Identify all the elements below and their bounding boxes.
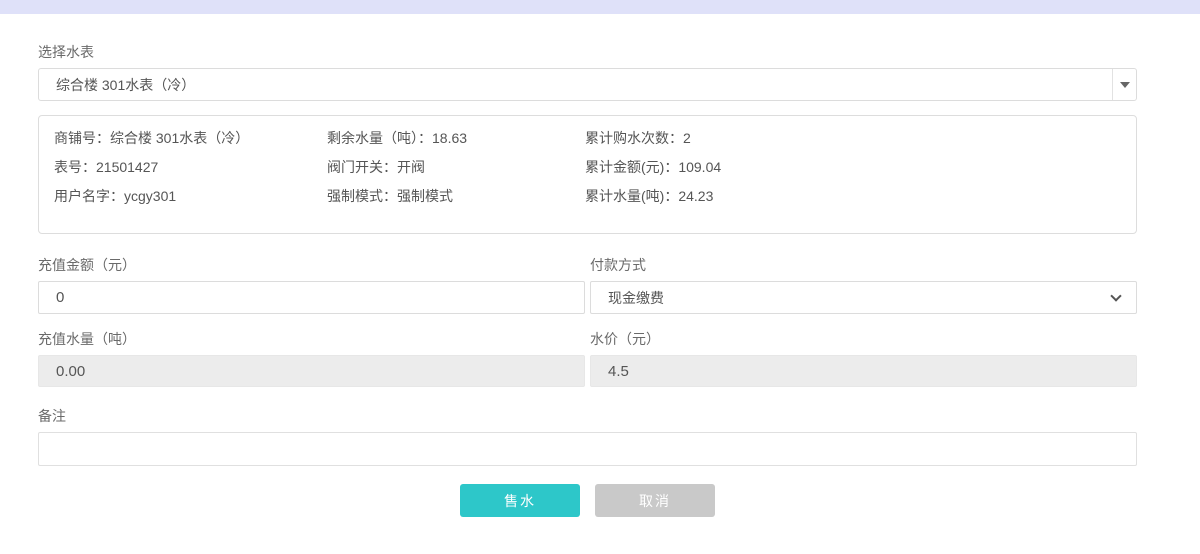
- caret-down-icon: [1120, 82, 1130, 88]
- action-buttons: 售水 取消: [38, 484, 1137, 517]
- recharge-volume-input: [38, 355, 585, 387]
- info-remaining-water: 剩余水量（吨）：18.63: [327, 123, 585, 152]
- recharge-amount-field-group: 充值金额（元）: [38, 258, 585, 314]
- top-accent-bar: [0, 0, 1200, 14]
- meter-select-label: 选择水表: [38, 45, 1137, 60]
- remark-field-group: 备注: [38, 409, 1137, 466]
- meter-info-grid: 商铺号：综合楼 301水表（冷） 剩余水量（吨）：18.63 累计购水次数：2 …: [54, 123, 1121, 210]
- payment-method-value: 现金缴费: [608, 288, 664, 308]
- info-total-water: 累计水量(吨)：24.23: [585, 181, 1121, 210]
- meter-select-value[interactable]: 综合楼 301水表（冷）: [39, 69, 1112, 100]
- water-price-field-group: 水价（元）: [590, 332, 1137, 387]
- amount-payment-row: 充值金额（元） 付款方式 现金缴费: [38, 258, 1137, 314]
- water-sell-form: 选择水表 综合楼 301水表（冷） 商铺号：综合楼 301水表（冷） 剩余水量（…: [38, 14, 1137, 517]
- info-meter-number: 表号：21501427: [54, 152, 327, 181]
- meter-select-dropdown-button[interactable]: [1112, 69, 1136, 100]
- meter-info-panel: 商铺号：综合楼 301水表（冷） 剩余水量（吨）：18.63 累计购水次数：2 …: [38, 115, 1137, 234]
- recharge-amount-label: 充值金额（元）: [38, 258, 585, 273]
- volume-price-row: 充值水量（吨） 水价（元）: [38, 332, 1137, 387]
- info-valve-state: 阀门开关：开阀: [327, 152, 585, 181]
- remark-label: 备注: [38, 409, 1137, 424]
- sell-water-button[interactable]: 售水: [460, 484, 580, 517]
- info-total-amount: 累计金额(元)：109.04: [585, 152, 1121, 181]
- recharge-volume-label: 充值水量（吨）: [38, 332, 585, 347]
- recharge-volume-field-group: 充值水量（吨）: [38, 332, 585, 387]
- info-shop-number: 商铺号：综合楼 301水表（冷）: [54, 123, 327, 152]
- info-force-mode: 强制模式：强制模式: [327, 181, 585, 210]
- info-purchase-count: 累计购水次数：2: [585, 123, 1121, 152]
- payment-method-field-group: 付款方式 现金缴费: [590, 258, 1137, 314]
- meter-select[interactable]: 综合楼 301水表（冷）: [38, 68, 1137, 101]
- water-price-label: 水价（元）: [590, 332, 1137, 347]
- payment-method-select[interactable]: 现金缴费: [590, 281, 1137, 314]
- chevron-down-icon: [1110, 290, 1121, 301]
- remark-row: 备注: [38, 409, 1137, 466]
- payment-method-label: 付款方式: [590, 258, 1137, 273]
- water-price-input: [590, 355, 1137, 387]
- cancel-button[interactable]: 取消: [595, 484, 715, 517]
- remark-input[interactable]: [38, 432, 1137, 466]
- info-user-name: 用户名字：ycgy301: [54, 181, 327, 210]
- recharge-amount-input[interactable]: [38, 281, 585, 314]
